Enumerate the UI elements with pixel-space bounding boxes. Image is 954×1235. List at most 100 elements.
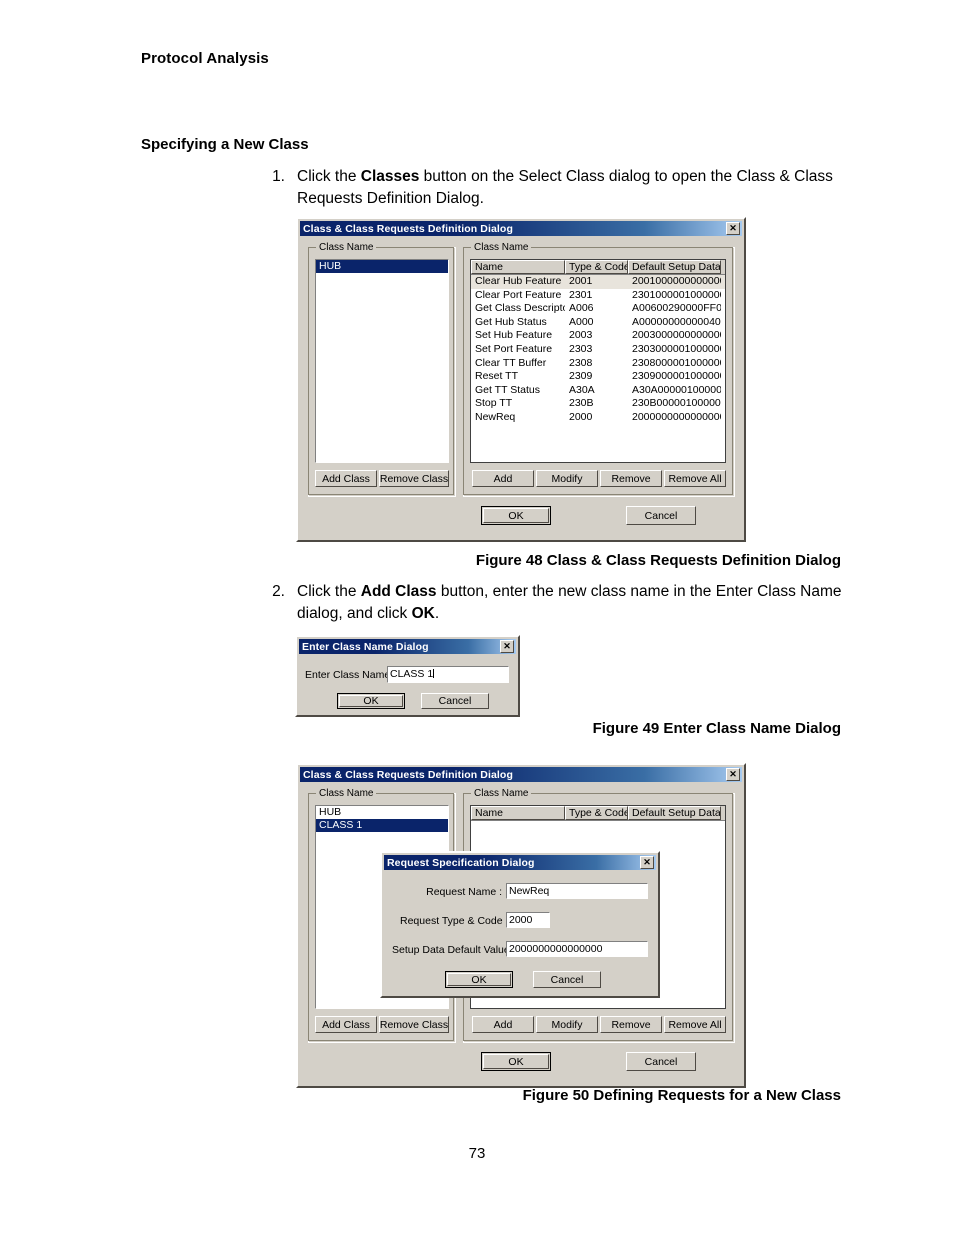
table-cell: A000000000000400 (632, 315, 721, 328)
remove-request-button[interactable]: Remove (600, 470, 662, 487)
section-heading: Specifying a New Class (141, 136, 309, 153)
list-item[interactable]: HUB (316, 260, 448, 273)
class-list[interactable]: HUB (315, 259, 449, 463)
table-cell: Clear TT Buffer (475, 356, 547, 369)
class-name-input[interactable]: CLASS 1 (387, 666, 509, 683)
input-value: 2000000000000000 (509, 943, 603, 955)
cancel-button[interactable]: Cancel (421, 693, 489, 709)
button-label: Remove (611, 472, 651, 485)
setup-data-default-input[interactable]: 2000000000000000 (506, 941, 648, 957)
table-cell: 2003 (569, 329, 593, 342)
figure-caption-49: Figure 49 Enter Class Name Dialog (592, 720, 841, 737)
table-row[interactable]: Clear TT Buffer 2308 2308000001000000 (471, 357, 725, 371)
column-header-name[interactable]: Name (471, 806, 565, 820)
table-cell: A000 (569, 315, 594, 328)
button-label: OK (471, 973, 487, 986)
column-header-default-setup-data[interactable]: Default Setup Data (628, 260, 721, 274)
list-item[interactable]: HUB (316, 806, 448, 819)
table-header-row: Name Type & Code Default Setup Data (471, 806, 725, 821)
button-label: OK (363, 695, 379, 707)
figure-caption-50: Figure 50 Defining Requests for a New Cl… (522, 1087, 841, 1104)
add-class-button[interactable]: Add Class (315, 470, 377, 487)
request-name-label: Request Name : (426, 886, 502, 898)
button-label: Remove (611, 1018, 651, 1031)
titlebar: Class & Class Requests Definition Dialog… (300, 767, 742, 782)
button-label: Add Class (322, 472, 370, 485)
cancel-button[interactable]: Cancel (626, 1052, 696, 1071)
table-cell: Reset TT (475, 370, 518, 383)
table-cell: 2001000000000000 (632, 275, 721, 287)
button-label: Remove Class (379, 1018, 449, 1031)
table-row[interactable]: Get TT Status A30A A30A000001000000 (471, 384, 725, 398)
table-row[interactable]: Get Hub Status A000 A000000000000400 (471, 316, 725, 330)
table-row[interactable]: Clear Port Feature 2301 2301000001000000 (471, 289, 725, 303)
titlebar: Request Specification Dialog ✕ (384, 855, 656, 870)
step-number: 1. (272, 168, 285, 185)
class-name-label: Enter Class Name: (305, 669, 394, 681)
figure-caption-48: Figure 48 Class & Class Requests Definit… (475, 552, 841, 569)
close-icon[interactable]: ✕ (640, 856, 654, 869)
setup-data-default-label: Setup Data Default Value : (392, 944, 516, 956)
table-row[interactable]: Stop TT 230B 230B000001000000 (471, 397, 725, 411)
table-cell: 2303000001000000 (632, 342, 721, 355)
remove-all-requests-button[interactable]: Remove All (664, 1016, 726, 1033)
table-row[interactable]: Set Port Feature 2303 2303000001000000 (471, 343, 725, 357)
table-row[interactable]: Clear Hub Feature 2001 2001000000000000 (471, 275, 725, 289)
class-requests-definition-dialog: Class & Class Requests Definition Dialog… (296, 217, 746, 542)
requests-table[interactable]: Name Type & Code Default Setup Data Clea… (470, 259, 726, 463)
list-item[interactable]: CLASS 1 (316, 819, 448, 832)
ok-button[interactable]: OK (481, 1052, 551, 1071)
close-icon[interactable]: ✕ (500, 640, 514, 653)
class-name-group-left: Class Name HUB Add Class Remove Class (308, 242, 456, 497)
cancel-button[interactable]: Cancel (626, 506, 696, 525)
enter-class-name-dialog: Enter Class Name Dialog ✕ Enter Class Na… (295, 635, 520, 717)
table-cell: Clear Hub Feature (475, 275, 562, 287)
table-cell: A00600290000FF00 (632, 302, 721, 315)
close-icon[interactable]: ✕ (726, 768, 740, 781)
table-cell: A30A000001000000 (632, 383, 721, 396)
table-row[interactable]: NewReq 2000 2000000000000000 (471, 411, 725, 425)
remove-request-button[interactable]: Remove (600, 1016, 662, 1033)
table-cell: Stop TT (475, 397, 513, 410)
modify-request-button[interactable]: Modify (536, 470, 598, 487)
window-title: Class & Class Requests Definition Dialog (303, 222, 513, 235)
modify-request-button[interactable]: Modify (536, 1016, 598, 1033)
add-class-button[interactable]: Add Class (315, 1016, 377, 1033)
button-label: Cancel (644, 509, 678, 522)
ok-button[interactable]: OK (481, 506, 551, 525)
table-row[interactable]: Get Class Descriptor A006 A00600290000FF00 (471, 302, 725, 316)
ok-button[interactable]: OK (445, 971, 513, 988)
table-cell: 230B000001000000 (632, 397, 721, 410)
input-value: 2000 (509, 914, 533, 926)
table-body: Clear Hub Feature 2001 2001000000000000 Cle… (471, 275, 725, 425)
close-icon[interactable]: ✕ (726, 222, 740, 235)
input-value: CLASS 1 (390, 668, 434, 680)
table-cell: 2000000000000000 (632, 410, 721, 423)
request-type-code-label: Request Type & Code : (400, 915, 509, 927)
column-header-default-setup-data[interactable]: Default Setup Data (628, 806, 721, 820)
ok-button[interactable]: OK (337, 693, 405, 709)
cancel-button[interactable]: Cancel (533, 971, 601, 988)
table-cell: 230B (569, 397, 594, 410)
step-text: Click the Classes button on the Select C… (297, 168, 833, 207)
button-label: Modify (551, 1018, 583, 1031)
column-header-name[interactable]: Name (471, 260, 565, 274)
step-number: 2. (272, 583, 285, 600)
text-caret (433, 669, 435, 678)
titlebar: Enter Class Name Dialog ✕ (299, 639, 516, 654)
column-header-type-code[interactable]: Type & Code (565, 260, 628, 274)
remove-class-button[interactable]: Remove Class (379, 470, 449, 487)
table-cell: 2309000001000000 (632, 370, 721, 383)
request-name-input[interactable]: NewReq (506, 883, 648, 899)
group-label: Class Name (316, 242, 377, 253)
table-row[interactable]: Set Hub Feature 2003 2003000000000000 (471, 329, 725, 343)
column-header-type-code[interactable]: Type & Code (565, 806, 628, 820)
remove-class-button[interactable]: Remove Class (379, 1016, 449, 1033)
request-type-code-input[interactable]: 2000 (506, 912, 550, 928)
table-row[interactable]: Reset TT 2309 2309000001000000 (471, 370, 725, 384)
remove-all-requests-button[interactable]: Remove All (664, 470, 726, 487)
table-cell: 2308 (569, 356, 593, 369)
running-head: Protocol Analysis (141, 50, 269, 67)
add-request-button[interactable]: Add (472, 1016, 534, 1033)
add-request-button[interactable]: Add (472, 470, 534, 487)
